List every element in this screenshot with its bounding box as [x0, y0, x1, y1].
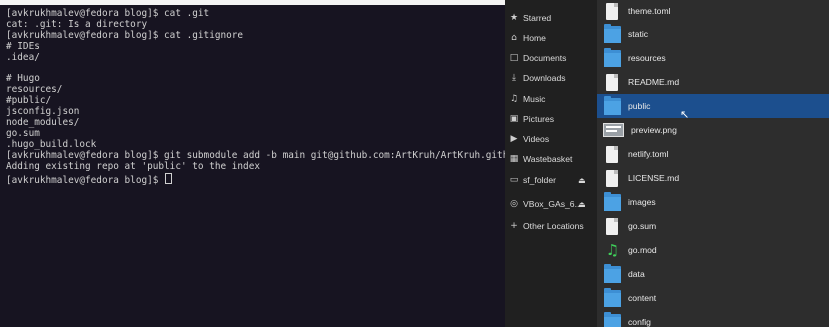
file-item-readme-md[interactable]: README.md [597, 70, 829, 94]
folder-icon [604, 311, 621, 327]
text-file-icon [606, 73, 618, 91]
file-name: preview.png [631, 125, 677, 135]
terminal-line: [avkrukhmalev@fedora blog]$ cat .git [6, 8, 210, 19]
trash-icon: ▦ [509, 154, 519, 164]
file-item-public[interactable]: public [597, 94, 829, 118]
folder-icon [604, 23, 621, 43]
terminal-line: #public/ [6, 95, 52, 107]
file-name: resources [628, 53, 666, 63]
sidebar-item-other-locations[interactable]: + Other Locations [505, 216, 597, 236]
terminal-line: # IDEs [6, 40, 40, 52]
file-name: README.md [628, 77, 680, 87]
terminal-line: .idea/ [6, 51, 40, 63]
sidebar-item-home[interactable]: ⌂ Home [505, 28, 597, 48]
sidebar-item-documents[interactable]: □ Documents [505, 48, 597, 68]
terminal-prompt: [avkrukhmalev@fedora blog]$ [6, 174, 165, 186]
star-icon: ★ [509, 13, 519, 23]
file-name: data [628, 269, 645, 279]
file-name: content [628, 293, 657, 303]
file-name: netlify.toml [628, 149, 669, 159]
file-item-static[interactable]: static [597, 22, 829, 46]
sidebar-item-label: Pictures [523, 114, 555, 124]
file-item-license-md[interactable]: LICENSE.md [597, 166, 829, 190]
video-icon: ▶ [510, 134, 518, 144]
terminal-line: node_modules/ [6, 117, 80, 129]
file-name: go.mod [628, 245, 657, 255]
file-name: static [628, 29, 649, 39]
file-name: LICENSE.md [628, 173, 680, 183]
terminal-line: # Hugo [6, 73, 40, 85]
download-icon: ⤓ [512, 73, 516, 83]
file-name: images [628, 197, 656, 207]
file-item-netlify-toml[interactable]: netlify.toml [597, 142, 829, 166]
file-item-resources[interactable]: resources [597, 46, 829, 70]
file-item-theme-toml[interactable]: theme.toml [597, 0, 829, 23]
sidebar-item-wastebasket[interactable]: ▦ Wastebasket [505, 149, 597, 169]
sidebar-item-music[interactable]: ♫ Music [505, 89, 597, 109]
files-sidebar: ★ Starred ⌂ Home □ Documents ⤓ Downloads ♫ Music ▣… [505, 0, 597, 327]
eject-icon[interactable]: ⏏ [578, 176, 586, 185]
plus-icon: + [510, 221, 518, 231]
terminal-line: cat: .git: Is a directory [6, 18, 148, 30]
folder-icon [604, 263, 621, 283]
folder-icon [604, 95, 621, 115]
terminal-line: go.sum [6, 127, 40, 139]
folder-icon [604, 191, 621, 211]
file-name: go.sum [628, 221, 657, 231]
audio-file-icon: ♫ [605, 240, 620, 259]
sidebar-item-sf-folder[interactable]: ▭ sf_folder ⏏ [505, 170, 597, 190]
folder-icon [604, 47, 621, 67]
sidebar-item-downloads[interactable]: ⤓ Downloads [505, 68, 597, 88]
mouse-pointer-icon: ↖ [680, 108, 690, 121]
file-item-data[interactable]: data [597, 262, 829, 286]
terminal-output[interactable]: [avkrukhmalev@fedora blog]$ cat .git cat… [0, 5, 505, 191]
text-file-icon [606, 2, 618, 20]
sidebar-item-label: Music [523, 94, 546, 104]
folder-icon [604, 287, 621, 307]
file-name: theme.toml [628, 6, 671, 16]
disc-icon: ◎ [510, 199, 518, 209]
text-file-icon [606, 169, 618, 187]
document-icon: □ [509, 53, 519, 63]
file-name: public [628, 101, 651, 111]
file-item-go-mod[interactable]: ♫ go.mod [597, 238, 829, 262]
file-name: config [628, 317, 651, 327]
sidebar-item-label: Documents [523, 53, 567, 63]
text-file-icon [606, 217, 618, 235]
home-icon: ⌂ [511, 33, 517, 43]
sidebar-item-starred[interactable]: ★ Starred [505, 8, 597, 28]
eject-icon[interactable]: ⏏ [578, 200, 586, 209]
sidebar-item-label: Starred [523, 13, 552, 23]
sidebar-item-label: Other Locations [523, 221, 584, 231]
terminal-line: Adding existing repo at 'public' to the … [6, 160, 260, 172]
file-item-go-sum[interactable]: go.sum [597, 214, 829, 238]
file-item-config[interactable]: config [597, 310, 829, 327]
image-file-icon [603, 123, 624, 137]
pictures-icon: ▣ [509, 114, 519, 124]
sidebar-item-label: Home [523, 33, 546, 43]
terminal-line: [avkrukhmalev@fedora blog]$ git submodul… [6, 149, 505, 161]
sidebar-item-label: Downloads [523, 73, 566, 83]
sidebar-item-label: Wastebasket [523, 154, 573, 164]
sidebar-item-label: Videos [523, 134, 550, 144]
file-item-images[interactable]: images [597, 190, 829, 214]
terminal-line: [avkrukhmalev@fedora blog]$ cat .gitigno… [6, 29, 244, 41]
sidebar-item-label: sf_folder [523, 175, 556, 185]
file-item-preview-png[interactable]: preview.png [597, 118, 829, 142]
sidebar-item-vbox-gas-6[interactable]: ◎ VBox_GAs_6.... ⏏ [505, 194, 597, 214]
drive-icon: ▭ [509, 175, 519, 185]
terminal-line: resources/ [6, 84, 63, 96]
text-file-icon [606, 145, 618, 163]
file-list: theme.toml static resources README.md public… [597, 0, 829, 327]
sidebar-item-label: VBox_GAs_6.... [523, 199, 585, 209]
terminal-cursor [165, 172, 173, 184]
terminal-line: .hugo_build.lock [6, 138, 97, 150]
terminal-window[interactable]: [avkrukhmalev@fedora blog]$ cat .git cat… [0, 5, 505, 327]
sidebar-item-videos[interactable]: ▶ Videos [505, 129, 597, 149]
file-item-content[interactable]: content [597, 286, 829, 310]
music-icon: ♫ [509, 94, 519, 104]
sidebar-item-pictures[interactable]: ▣ Pictures [505, 109, 597, 129]
terminal-line: jsconfig.json [6, 106, 80, 118]
screen: [avkrukhmalev@fedora blog]$ cat .git cat… [0, 0, 829, 327]
